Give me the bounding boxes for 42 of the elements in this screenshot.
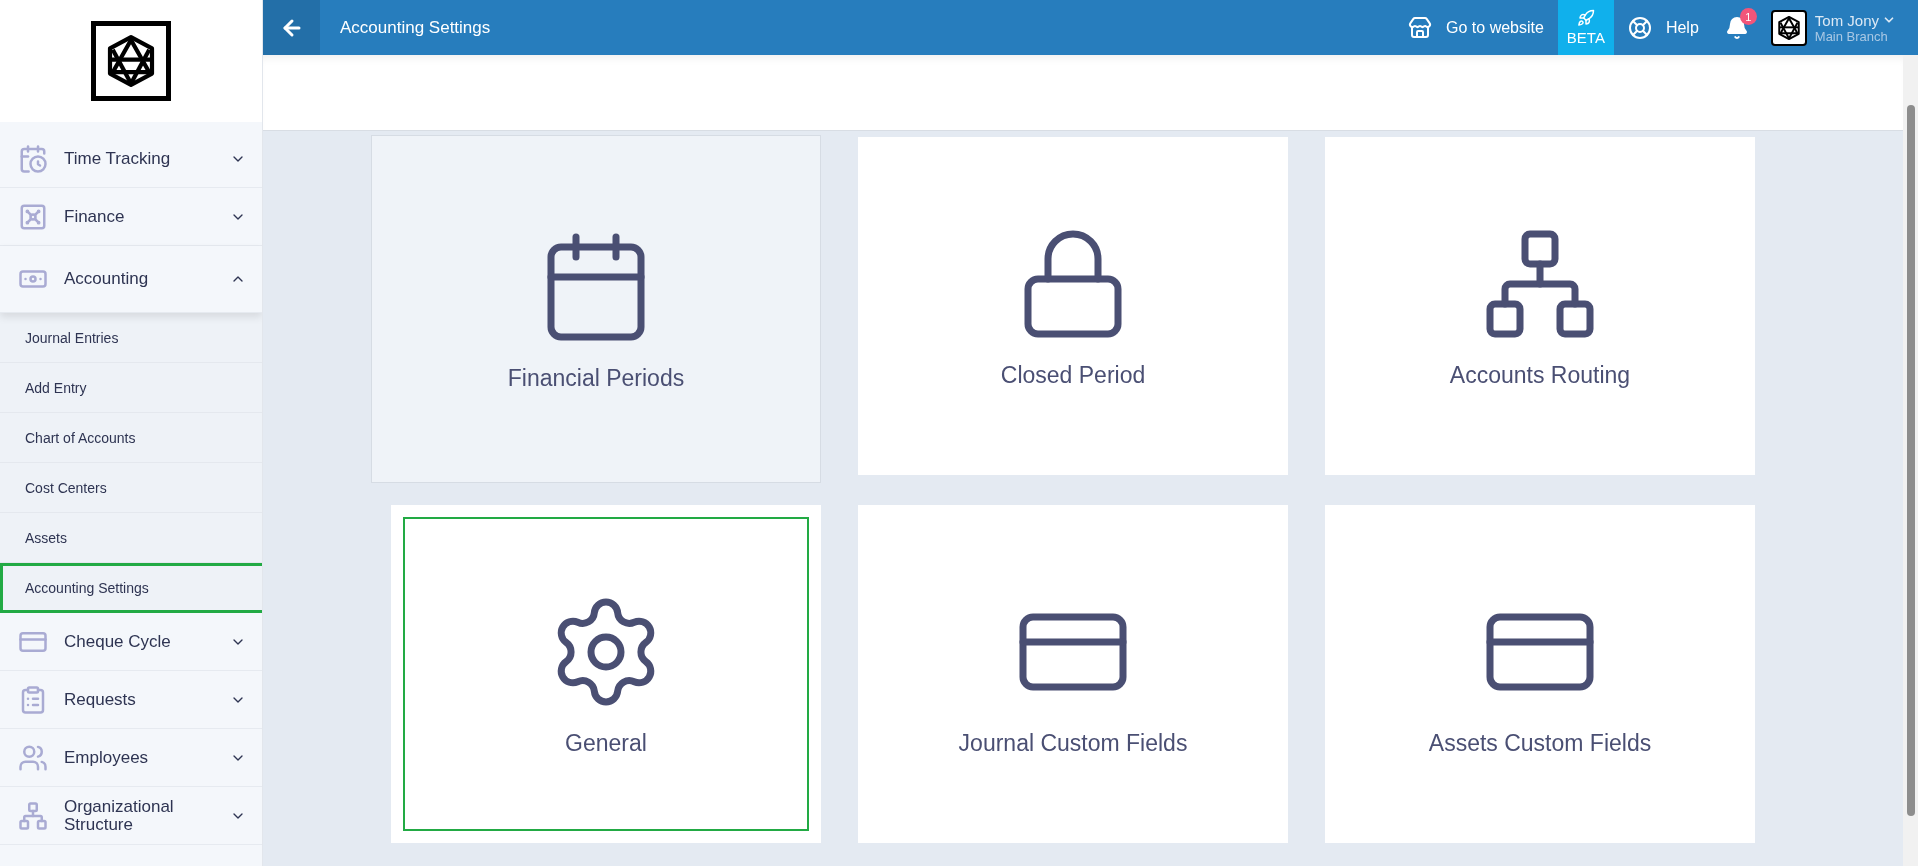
settings-card[interactable]: Journal Custom Fields — [858, 505, 1288, 843]
sidebar-item-label: Organizational Structure — [64, 797, 175, 834]
help-button[interactable]: Help — [1613, 0, 1713, 55]
store-icon — [1408, 15, 1433, 40]
branch-name: Main Branch — [1814, 28, 1889, 44]
sidebar-item-label: Finance — [64, 207, 126, 226]
go-to-website-button[interactable]: Go to website — [1394, 0, 1558, 55]
sidebar-item-label: Cheque Cycle — [64, 632, 172, 651]
sidebar-item-label: Accounting — [64, 270, 150, 288]
user-menu-button[interactable]: Tom Jony Main Branch — [1760, 0, 1918, 55]
card-label: Financial Periods — [507, 364, 685, 392]
submenu-item[interactable]: Cost Centers — [0, 463, 262, 513]
submenu-item[interactable]: Chart of Accounts — [0, 413, 262, 463]
settings-card[interactable]: Closed Period — [858, 137, 1288, 475]
org-chart-icon — [18, 800, 48, 831]
notification-count: 1 — [1739, 8, 1757, 25]
card-label: Journal Custom Fields — [958, 729, 1188, 757]
sidebar-item-label: Time Tracking — [64, 149, 172, 168]
card-label: General — [565, 729, 647, 757]
submenu-item[interactable]: Assets — [0, 513, 262, 563]
card-label: Accounts Routing — [1449, 361, 1631, 389]
scrollbar[interactable] — [1903, 55, 1918, 866]
logo[interactable] — [91, 21, 171, 101]
card-label: Closed Period — [1000, 361, 1146, 389]
settings-card[interactable]: General — [391, 505, 821, 843]
card-label: Assets Custom Fields — [1428, 729, 1652, 757]
sidebar-item-label: Employees — [64, 748, 150, 767]
collapse-menu-button[interactable] — [263, 0, 320, 55]
calendar-clock-icon — [18, 143, 48, 174]
sidebar-item-label: Requests — [64, 690, 137, 709]
lifebuoy-icon — [1627, 15, 1652, 40]
page-title: Accounting Settings — [340, 17, 492, 38]
submenu-item[interactable]: Add Entry — [0, 363, 262, 413]
user-name: Tom Jony — [1814, 11, 1879, 29]
submenu-item[interactable]: Journal Entries — [0, 313, 262, 363]
rocket-icon — [1576, 9, 1595, 27]
bell-icon — [1724, 15, 1749, 40]
settings-card[interactable]: Financial Periods — [371, 135, 821, 483]
submenu-item[interactable]: Accounting Settings — [0, 563, 262, 613]
settings-card[interactable]: Assets Custom Fields — [1325, 505, 1755, 843]
settings-card[interactable]: Accounts Routing — [1325, 137, 1755, 475]
sidebar-item[interactable]: Accounting — [0, 246, 262, 313]
